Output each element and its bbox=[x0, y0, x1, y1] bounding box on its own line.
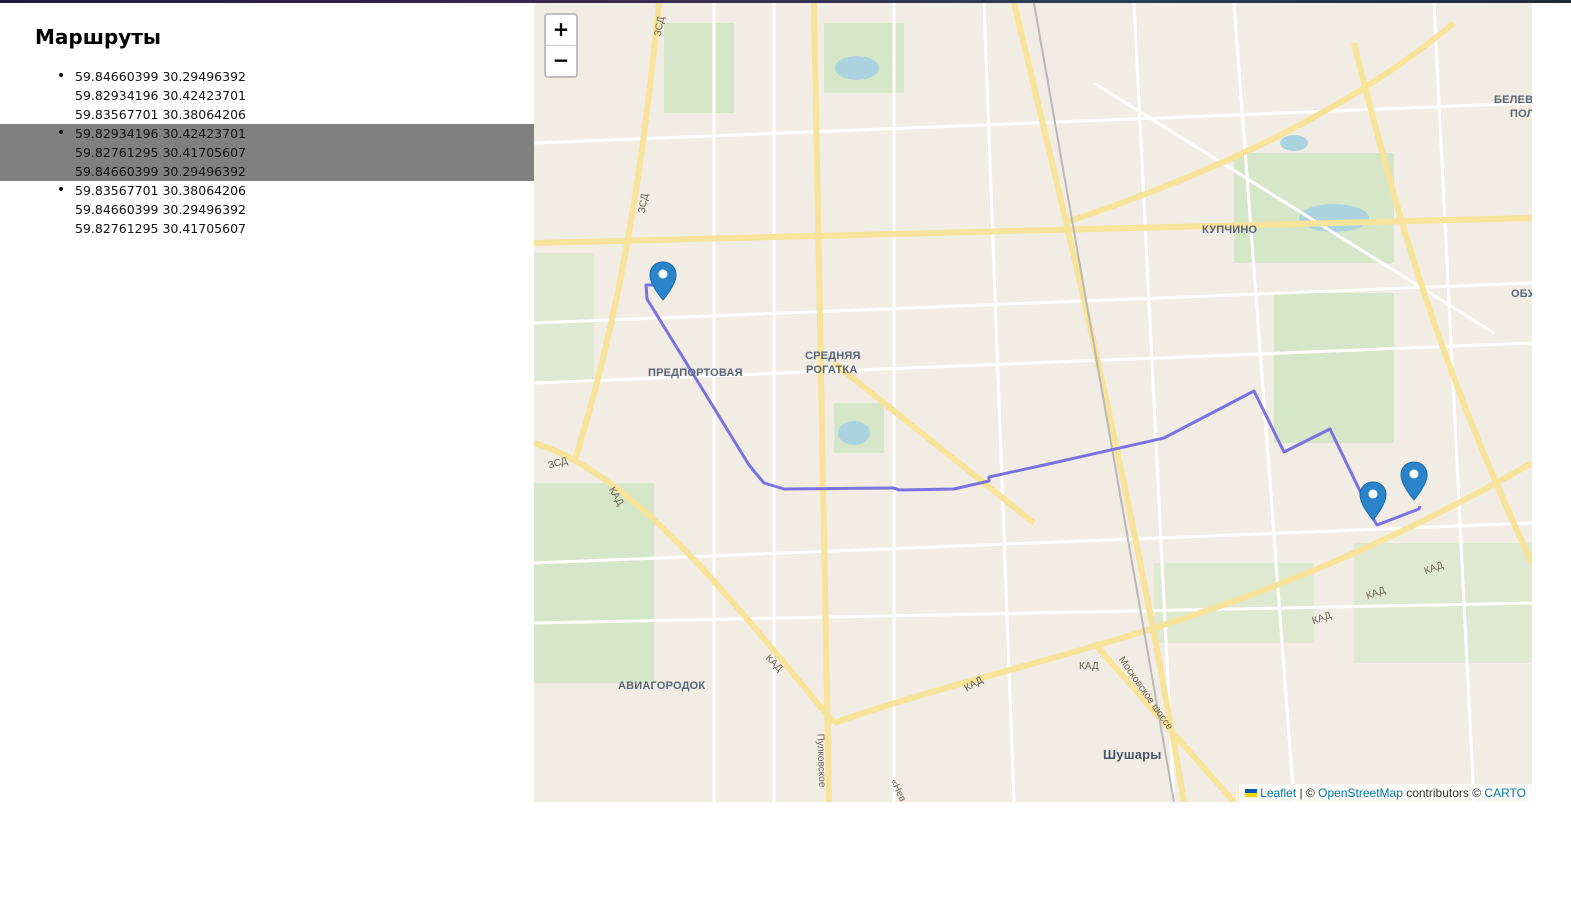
route-point: 59.82761295 30.41705607 bbox=[75, 145, 246, 160]
map-marker-icon[interactable] bbox=[1359, 481, 1387, 521]
route-point: 59.84660399 30.29496392 bbox=[75, 69, 246, 84]
bullet-icon: • bbox=[57, 125, 66, 141]
district-label-obu: ОБУ bbox=[1511, 288, 1532, 300]
district-label-predportovaya: ПРЕДПОРТОВАЯ bbox=[648, 367, 743, 379]
osm-link[interactable]: OpenStreetMap bbox=[1318, 786, 1403, 800]
district-label-belevo: БЕЛЕВС bbox=[1494, 94, 1532, 106]
page-title: Маршруты bbox=[35, 25, 161, 49]
zoom-out-button[interactable]: − bbox=[546, 46, 576, 76]
route-point: 59.82761295 30.41705607 bbox=[75, 221, 246, 236]
route-point: 59.82934196 30.42423701 bbox=[75, 126, 246, 141]
route-point: 59.84660399 30.29496392 bbox=[75, 164, 246, 179]
district-label-shushary: Шушары bbox=[1103, 747, 1162, 762]
carto-link[interactable]: CARTO bbox=[1484, 786, 1526, 800]
attribution-separator: | © bbox=[1296, 786, 1319, 800]
map-marker-icon[interactable] bbox=[1400, 461, 1428, 501]
district-label-rogatka: РОГАТКА bbox=[806, 364, 858, 376]
attribution-contributors: contributors © bbox=[1402, 786, 1485, 800]
routes-list: • 59.84660399 30.29496392 59.82934196 30… bbox=[0, 67, 534, 238]
map-container[interactable]: + − КУПЧИНО ПРЕДПОРТОВАЯ СРЕДНЯЯ РОГАТКА… bbox=[534, 3, 1532, 802]
route-point: 59.83567701 30.38064206 bbox=[75, 183, 246, 198]
route-point: 59.84660399 30.29496392 bbox=[75, 202, 246, 217]
route-point: 59.82934196 30.42423701 bbox=[75, 88, 246, 103]
map-attribution: Leaflet | © OpenStreetMap contributors ©… bbox=[1239, 784, 1532, 802]
road-label-pulkovskoe: Пулковское bbox=[814, 733, 828, 788]
district-label-kupchino: КУПЧИНО bbox=[1202, 224, 1258, 236]
zoom-in-button[interactable]: + bbox=[546, 15, 576, 46]
district-label-aviagorodok: АВИАГОРОДОК bbox=[618, 680, 706, 692]
route-item[interactable]: • 59.84660399 30.29496392 59.82934196 30… bbox=[0, 67, 534, 124]
district-label-belevo-2: ПОЛ bbox=[1510, 108, 1532, 120]
routes-panel: Маршруты • 59.84660399 30.29496392 59.82… bbox=[0, 3, 534, 803]
leaflet-link[interactable]: Leaflet bbox=[1260, 786, 1296, 800]
route-point: 59.83567701 30.38064206 bbox=[75, 107, 246, 122]
bullet-icon: • bbox=[57, 68, 66, 84]
bullet-icon: • bbox=[57, 182, 66, 198]
ukraine-flag-icon bbox=[1245, 789, 1258, 797]
road-label-kad: КАД bbox=[1079, 661, 1099, 672]
route-item-selected[interactable]: • 59.82934196 30.42423701 59.82761295 30… bbox=[0, 124, 534, 181]
zoom-control: + − bbox=[544, 13, 578, 78]
district-label-srednyaya: СРЕДНЯЯ bbox=[805, 350, 861, 362]
map-marker-icon[interactable] bbox=[649, 261, 677, 301]
route-item[interactable]: • 59.83567701 30.38064206 59.84660399 30… bbox=[0, 181, 534, 238]
